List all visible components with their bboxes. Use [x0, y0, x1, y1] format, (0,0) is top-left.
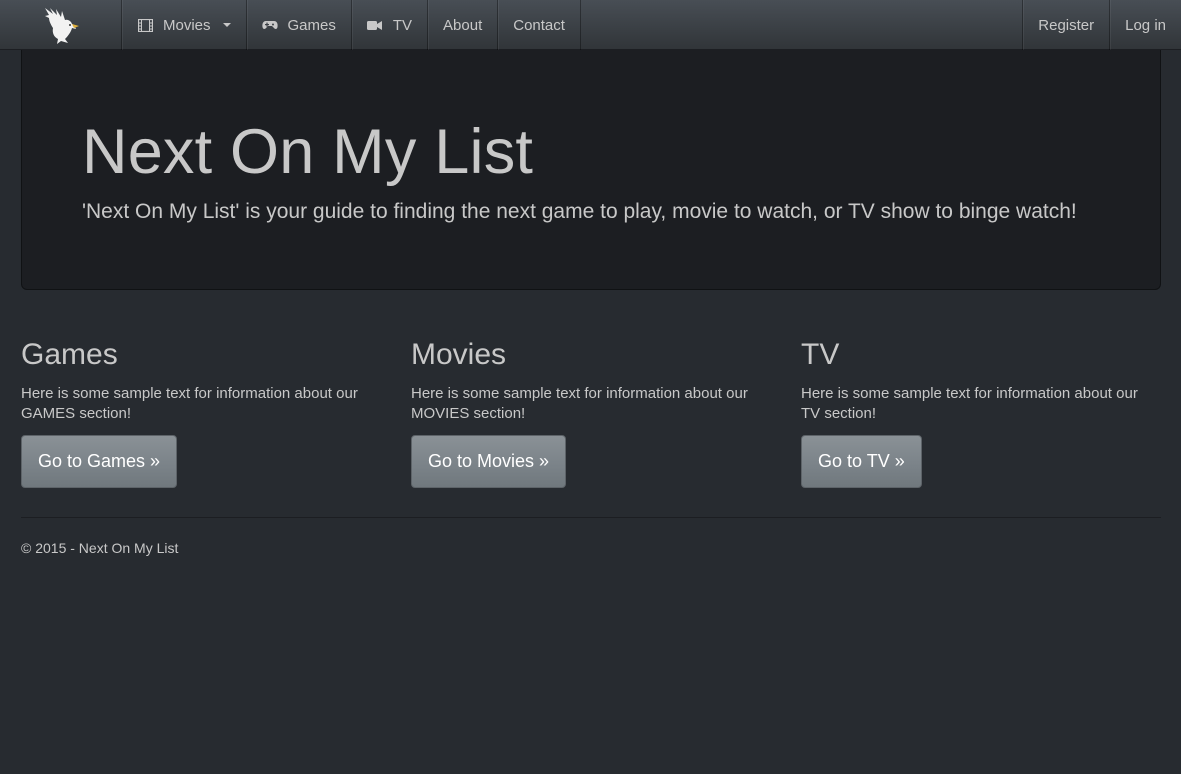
go-to-movies-button[interactable]: Go to Movies »: [411, 435, 567, 488]
navbar: Movies Games TV About Contact Register L…: [0, 0, 1181, 50]
footer-copyright: © 2015 - Next On My List: [21, 540, 179, 556]
footer-divider: [21, 517, 1161, 518]
main-nav: Movies Games TV About Contact: [121, 0, 581, 50]
movies-section: Movies Here is some sample text for info…: [411, 338, 771, 488]
lead-text: 'Next On My List' is your guide to findi…: [82, 200, 1077, 223]
nav-contact[interactable]: Contact: [497, 0, 581, 50]
film-icon: [137, 18, 153, 32]
chevron-down-icon: [222, 23, 231, 27]
nav-about-label: About: [443, 16, 483, 34]
go-to-games-button[interactable]: Go to Games »: [21, 435, 178, 488]
login-link[interactable]: Log in: [1109, 0, 1181, 50]
movies-heading: Movies: [411, 338, 507, 371]
nav-about[interactable]: About: [427, 0, 497, 50]
nav-tv-label: TV: [392, 16, 413, 34]
gamepad-icon: [261, 18, 278, 32]
nav-contact-label: Contact: [513, 16, 565, 34]
tv-section: TV Here is some sample text for informat…: [801, 338, 1161, 488]
games-heading: Games: [21, 338, 118, 371]
nav-games-label: Games: [287, 16, 336, 34]
register-label: Register: [1038, 16, 1095, 34]
games-text: Here is some sample text for information…: [21, 385, 358, 422]
eagle-logo-icon: [44, 8, 79, 44]
games-section: Games Here is some sample text for infor…: [21, 338, 381, 488]
login-label: Log in: [1125, 16, 1166, 34]
jumbotron: Next On My List 'Next On My List' is you…: [21, 50, 1161, 290]
tv-text: Here is some sample text for information…: [801, 385, 1138, 422]
nav-tv[interactable]: TV: [350, 0, 427, 50]
brand-logo[interactable]: [0, 0, 121, 50]
movies-text: Here is some sample text for information…: [411, 385, 748, 422]
go-to-tv-button[interactable]: Go to TV »: [801, 435, 922, 488]
nav-movies-label: Movies: [163, 16, 211, 34]
nav-games[interactable]: Games: [245, 0, 351, 50]
page-title: Next On My List: [82, 117, 534, 187]
tv-heading: TV: [801, 338, 840, 371]
register-link[interactable]: Register: [1022, 0, 1109, 50]
nav-movies-dropdown[interactable]: Movies: [121, 0, 246, 50]
account-nav: Register Log in: [1022, 0, 1181, 50]
video-camera-icon: [366, 18, 383, 32]
